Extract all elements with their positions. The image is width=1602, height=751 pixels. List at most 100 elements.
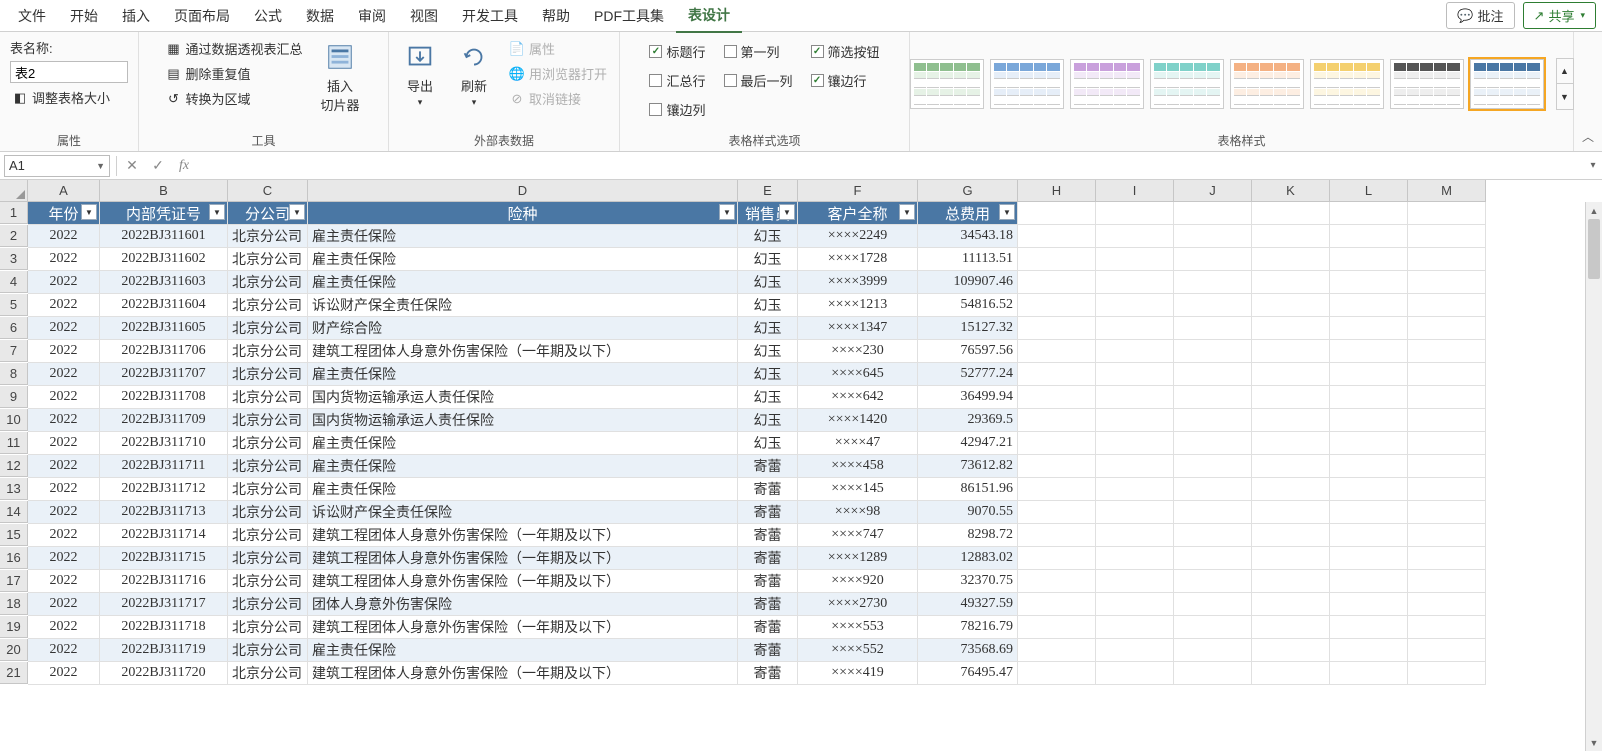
- empty-cell[interactable]: [1174, 202, 1252, 225]
- data-cell[interactable]: 2022: [28, 524, 100, 547]
- data-cell[interactable]: ××××419: [798, 662, 918, 685]
- data-cell[interactable]: 2022BJ311604: [100, 294, 228, 317]
- tab-视图[interactable]: 视图: [398, 0, 450, 32]
- gallery-more-button[interactable]: ▼: [1557, 84, 1573, 109]
- data-cell[interactable]: 雇主责任保险: [308, 248, 738, 271]
- empty-cell[interactable]: [1018, 501, 1096, 524]
- data-cell[interactable]: 86151.96: [918, 478, 1018, 501]
- data-cell[interactable]: 49327.59: [918, 593, 1018, 616]
- data-cell[interactable]: 2022: [28, 639, 100, 662]
- empty-cell[interactable]: [1408, 317, 1486, 340]
- filter-button[interactable]: ▼: [209, 204, 225, 220]
- data-cell[interactable]: ××××552: [798, 639, 918, 662]
- data-cell[interactable]: 寄蕾: [738, 547, 798, 570]
- data-cell[interactable]: 北京分公司: [228, 294, 308, 317]
- data-cell[interactable]: 2022BJ311712: [100, 478, 228, 501]
- data-cell[interactable]: 2022BJ311714: [100, 524, 228, 547]
- empty-cell[interactable]: [1018, 570, 1096, 593]
- empty-cell[interactable]: [1096, 639, 1174, 662]
- data-cell[interactable]: 北京分公司: [228, 501, 308, 524]
- data-cell[interactable]: 2022: [28, 616, 100, 639]
- data-cell[interactable]: 29369.5: [918, 409, 1018, 432]
- row-header-13[interactable]: 13: [0, 478, 28, 500]
- filter-button[interactable]: ▼: [899, 204, 915, 220]
- select-all-corner[interactable]: [0, 180, 28, 202]
- empty-cell[interactable]: [1252, 639, 1330, 662]
- empty-cell[interactable]: [1018, 478, 1096, 501]
- data-cell[interactable]: 2022: [28, 547, 100, 570]
- data-cell[interactable]: 寄蕾: [738, 524, 798, 547]
- empty-cell[interactable]: [1252, 340, 1330, 363]
- row-header-14[interactable]: 14: [0, 501, 28, 523]
- column-header-I[interactable]: I: [1096, 180, 1174, 202]
- summarize-pivot-button[interactable]: ▦通过数据透视表汇总: [163, 38, 304, 59]
- data-cell[interactable]: 雇主责任保险: [308, 639, 738, 662]
- column-header-C[interactable]: C: [228, 180, 308, 202]
- data-cell[interactable]: 北京分公司: [228, 409, 308, 432]
- empty-cell[interactable]: [1018, 317, 1096, 340]
- data-cell[interactable]: 建筑工程团体人身意外伤害保险（一年期及以下）: [308, 662, 738, 685]
- empty-cell[interactable]: [1174, 639, 1252, 662]
- data-cell[interactable]: 2022: [28, 501, 100, 524]
- empty-cell[interactable]: [1252, 478, 1330, 501]
- empty-cell[interactable]: [1408, 271, 1486, 294]
- empty-cell[interactable]: [1174, 409, 1252, 432]
- data-cell[interactable]: 建筑工程团体人身意外伤害保险（一年期及以下）: [308, 340, 738, 363]
- data-cell[interactable]: 2022: [28, 248, 100, 271]
- empty-cell[interactable]: [1018, 616, 1096, 639]
- empty-cell[interactable]: [1408, 570, 1486, 593]
- table-header-分公司[interactable]: 分公司▼: [228, 202, 308, 225]
- empty-cell[interactable]: [1096, 432, 1174, 455]
- row-header-11[interactable]: 11: [0, 432, 28, 454]
- empty-cell[interactable]: [1252, 524, 1330, 547]
- data-cell[interactable]: 北京分公司: [228, 593, 308, 616]
- data-cell[interactable]: 2022BJ311717: [100, 593, 228, 616]
- empty-cell[interactable]: [1018, 340, 1096, 363]
- empty-cell[interactable]: [1330, 271, 1408, 294]
- empty-cell[interactable]: [1330, 225, 1408, 248]
- filter-button[interactable]: ▼: [719, 204, 735, 220]
- data-cell[interactable]: 2022BJ311720: [100, 662, 228, 685]
- checkbox-镶边行[interactable]: 镶边行: [811, 71, 880, 90]
- data-cell[interactable]: 雇主责任保险: [308, 225, 738, 248]
- data-cell[interactable]: 北京分公司: [228, 639, 308, 662]
- data-cell[interactable]: 12883.02: [918, 547, 1018, 570]
- row-header-16[interactable]: 16: [0, 547, 28, 569]
- data-cell[interactable]: ××××1347: [798, 317, 918, 340]
- data-cell[interactable]: 幻玉: [738, 432, 798, 455]
- data-cell[interactable]: 幻玉: [738, 225, 798, 248]
- data-cell[interactable]: 2022BJ311605: [100, 317, 228, 340]
- data-cell[interactable]: 54816.52: [918, 294, 1018, 317]
- empty-cell[interactable]: [1252, 202, 1330, 225]
- data-cell[interactable]: ××××1420: [798, 409, 918, 432]
- table-style-thumb[interactable]: [1390, 59, 1464, 109]
- data-cell[interactable]: 幻玉: [738, 248, 798, 271]
- data-cell[interactable]: 建筑工程团体人身意外伤害保险（一年期及以下）: [308, 570, 738, 593]
- empty-cell[interactable]: [1018, 662, 1096, 685]
- data-cell[interactable]: 北京分公司: [228, 363, 308, 386]
- empty-cell[interactable]: [1096, 662, 1174, 685]
- empty-cell[interactable]: [1174, 593, 1252, 616]
- empty-cell[interactable]: [1408, 639, 1486, 662]
- tab-帮助[interactable]: 帮助: [530, 0, 582, 32]
- data-cell[interactable]: 52777.24: [918, 363, 1018, 386]
- empty-cell[interactable]: [1252, 317, 1330, 340]
- checkbox-筛选按钮[interactable]: 筛选按钮: [811, 42, 880, 61]
- gallery-up-button[interactable]: ▲: [1557, 59, 1573, 84]
- empty-cell[interactable]: [1018, 271, 1096, 294]
- data-cell[interactable]: 北京分公司: [228, 524, 308, 547]
- empty-cell[interactable]: [1408, 662, 1486, 685]
- data-cell[interactable]: ××××553: [798, 616, 918, 639]
- row-header-9[interactable]: 9: [0, 386, 28, 408]
- empty-cell[interactable]: [1408, 524, 1486, 547]
- tab-表设计[interactable]: 表设计: [676, 0, 742, 33]
- name-box[interactable]: A1 ▼: [4, 155, 110, 177]
- data-cell[interactable]: 109907.46: [918, 271, 1018, 294]
- empty-cell[interactable]: [1096, 271, 1174, 294]
- data-cell[interactable]: 2022BJ311706: [100, 340, 228, 363]
- table-name-input[interactable]: [10, 61, 128, 83]
- data-cell[interactable]: 2022BJ311710: [100, 432, 228, 455]
- empty-cell[interactable]: [1408, 202, 1486, 225]
- empty-cell[interactable]: [1408, 501, 1486, 524]
- empty-cell[interactable]: [1408, 616, 1486, 639]
